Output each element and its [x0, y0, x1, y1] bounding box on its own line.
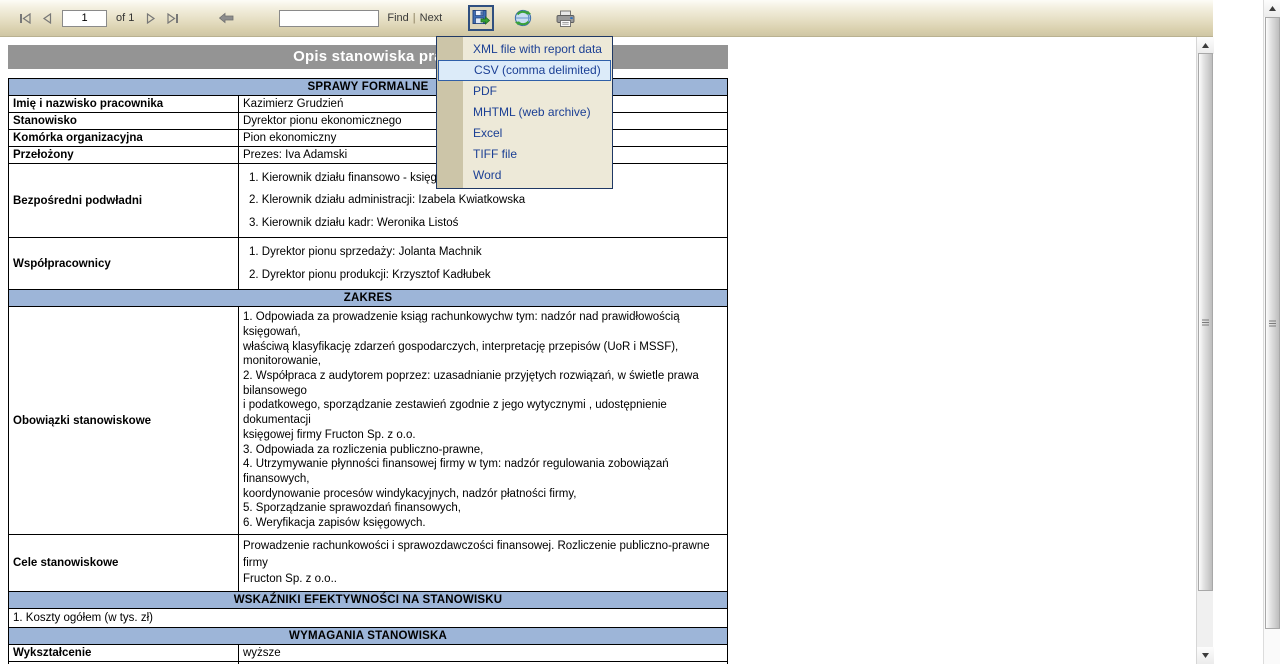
list-item: 3. Kierownik działu kadr: Weronika Listo… — [249, 216, 459, 229]
report-title: Opis stanowiska pra — [8, 45, 728, 69]
menu-item-excel[interactable]: Excel — [437, 123, 612, 144]
browser-scrollbar-grip-icon — [1269, 320, 1276, 326]
find-button[interactable]: Find — [387, 12, 408, 24]
list-item: koordynowanie procesów windykacyjnych, n… — [243, 487, 577, 500]
export-save-icon — [472, 10, 490, 25]
report-toolbar: of 1 Find | Next — [0, 0, 1213, 37]
scrollbar-grip-icon — [1202, 319, 1209, 325]
subordinates-label: Bezpośredni podwładni — [8, 162, 239, 239]
list-item: 6. Weryfikacja zapisów księgowych. — [243, 517, 426, 530]
employee-name-label: Imię i nazwisko pracownika — [8, 95, 239, 113]
section-wskazniki-label: WSKAŹNIKI EFEKTYWNOŚCI NA STANOWISKU — [8, 590, 728, 609]
list-item: 5. Sporządzanie sprawozdań finansowych, — [243, 502, 461, 515]
list-item: Prowadzenie rachunkowości i sprawozdawcz… — [243, 539, 710, 569]
report-vertical-scrollbar[interactable] — [1196, 37, 1214, 664]
page-total-label: of 1 — [116, 12, 135, 24]
table-row: Wykształcenie wyższe — [8, 643, 728, 662]
menu-item-pdf[interactable]: PDF — [437, 81, 612, 102]
supervisor-label: Przełożony — [8, 146, 239, 164]
menu-item-word[interactable]: Word — [437, 165, 612, 186]
table-row: Bezpośredni podwładni 1. Kierownik dział… — [8, 162, 728, 239]
first-page-icon[interactable] — [14, 7, 36, 29]
pagination-controls: of 1 — [14, 0, 183, 36]
goals-value: Prowadzenie rachunkowości i sprawozdawcz… — [238, 533, 728, 592]
list-item: Fructon Sp. z o.o.. — [243, 573, 337, 586]
export-button[interactable] — [468, 5, 495, 31]
table-row: Współpracownicy 1. Dyrektor pionu sprzed… — [8, 237, 728, 291]
refresh-icon — [515, 9, 532, 27]
previous-page-icon[interactable] — [36, 7, 58, 29]
table-row: Komórka organizacyjna Pion ekonomiczny — [8, 129, 728, 147]
list-item: 2. Dyrektor pionu produkcji: Krzysztof K… — [249, 268, 491, 281]
section-formal-label: SPRAWY FORMALNE — [8, 78, 728, 96]
back-to-parent-report-icon[interactable] — [215, 7, 237, 29]
table-row: 1. Koszty ogółem (w tys. zł) — [8, 607, 728, 628]
org-unit-label: Komórka organizacyjna — [8, 129, 239, 147]
find-next-button[interactable]: Next — [420, 12, 443, 24]
job-description-table: SPRAWY FORMALNE Imię i nazwisko pracowni… — [8, 78, 728, 664]
next-page-icon[interactable] — [139, 7, 161, 29]
coworkers-value: 1. Dyrektor pionu sprzedaży: Jolanta Mac… — [238, 237, 728, 291]
scroll-down-icon[interactable] — [1197, 647, 1214, 664]
list-item: 1. Dyrektor pionu sprzedaży: Jolanta Mac… — [249, 246, 482, 259]
list-item: 3. Odpowiada za rozliczenia publiczno-pr… — [243, 443, 484, 456]
table-row: Cele stanowiskowe Prowadzenie rachunkowo… — [8, 533, 728, 592]
goals-label: Cele stanowiskowe — [8, 533, 239, 592]
table-row: Przełożony Prezes: Iva Adamski — [8, 146, 728, 164]
table-row: Imię i nazwisko pracownika Kazimierz Gru… — [8, 95, 728, 113]
table-row: Stanowisko Dyrektor pionu ekonomicznego — [8, 112, 728, 130]
section-header-row: WSKAŹNIKI EFEKTYWNOŚCI NA STANOWISKU — [8, 590, 728, 609]
menu-item-mhtml[interactable]: MHTML (web archive) — [437, 102, 612, 123]
section-header-row: SPRAWY FORMALNE — [8, 78, 728, 96]
education-value: wyższe — [238, 643, 728, 662]
last-page-icon[interactable] — [161, 7, 183, 29]
export-format-menu[interactable]: XML file with report data CSV (comma del… — [436, 36, 613, 189]
list-item: księgowej firmy Fructon Sp. z o.o. — [243, 428, 416, 441]
print-icon — [556, 10, 575, 27]
page-number-input[interactable] — [62, 9, 107, 27]
list-item: 2. Klerownik działu administracji: Izabe… — [249, 194, 526, 207]
list-item: właściwą klasyfikację zdarzeń gospodarcz… — [243, 340, 679, 368]
menu-item-xml[interactable]: XML file with report data — [437, 39, 612, 60]
find-controls: Find | Next — [275, 0, 442, 36]
list-item: 2. Współpraca z audytorem poprzez: uzasa… — [243, 369, 699, 397]
find-separator: | — [412, 12, 416, 24]
menu-item-csv[interactable]: CSV (comma delimited) — [438, 60, 611, 81]
table-row: Obowiązki stanowiskowe 1. Odpowiada za p… — [8, 306, 728, 535]
coworkers-label: Współpracownicy — [8, 237, 239, 291]
print-button[interactable] — [552, 5, 578, 31]
section-header-row: WYMAGANIA STANOWISKA — [8, 626, 728, 645]
browser-vertical-scrollbar[interactable] — [1263, 0, 1280, 664]
report-viewer-page: of 1 Find | Next — [0, 0, 1280, 664]
section-wymagania-label: WYMAGANIA STANOWISKA — [8, 626, 728, 645]
browser-scrollbar-thumb[interactable] — [1265, 17, 1280, 629]
kpi-value: 1. Koszty ogółem (w tys. zł) — [8, 607, 728, 628]
education-label: Wykształcenie — [8, 643, 239, 662]
section-header-row: ZAKRES — [8, 289, 728, 308]
menu-item-tiff[interactable]: TIFF file — [437, 144, 612, 165]
section-zakres-label: ZAKRES — [8, 289, 728, 308]
list-item: 4. Utrzymywanie płynności finansowej fir… — [243, 458, 669, 486]
duties-value: 1. Odpowiada za prowadzenie ksiąg rachun… — [238, 306, 728, 535]
duties-label: Obowiązki stanowiskowe — [8, 306, 239, 535]
position-label: Stanowisko — [8, 112, 239, 130]
browser-scroll-up-icon[interactable] — [1264, 0, 1280, 17]
report-scrollbar-thumb[interactable] — [1198, 53, 1213, 591]
list-item: i podatkowego, sporządzanie zestawień zg… — [243, 399, 667, 427]
refresh-button[interactable] — [510, 5, 536, 31]
scroll-up-icon[interactable] — [1197, 37, 1214, 54]
list-item: 1. Odpowiada za prowadzenie ksiąg rachun… — [243, 311, 680, 338]
find-input[interactable] — [279, 9, 380, 27]
